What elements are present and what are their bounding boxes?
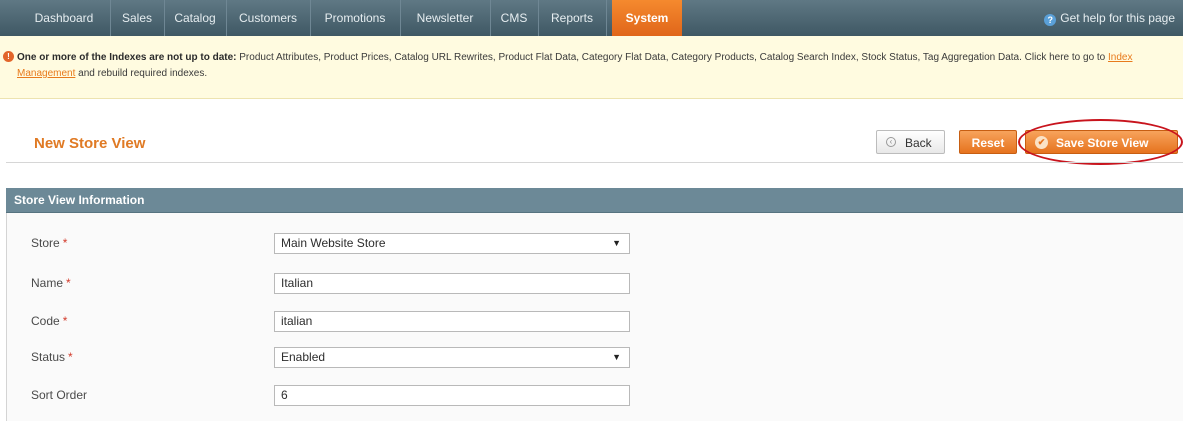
notice-tail: and rebuild required indexes.	[75, 68, 208, 79]
code-label-text: Code	[31, 314, 60, 328]
nav-reports[interactable]: Reports	[538, 0, 607, 36]
nav-dashboard[interactable]: Dashboard	[18, 0, 111, 36]
sort-order-label-text: Sort Order	[31, 388, 88, 402]
required-marker: *	[62, 236, 68, 250]
nav-cms[interactable]: CMS	[490, 0, 539, 36]
status-label: Status *	[31, 350, 73, 364]
header-divider	[6, 162, 1183, 163]
notice-text: One or more of the Indexes are not up to…	[17, 50, 1177, 82]
store-select[interactable]: Main Website Store ▼	[274, 233, 630, 254]
nav-customers[interactable]: Customers	[226, 0, 311, 36]
page-title: New Store View	[34, 135, 146, 152]
back-button[interactable]: ‹ Back	[876, 130, 945, 154]
nav-newsletter[interactable]: Newsletter	[400, 0, 491, 36]
index-notice: ! One or more of the Indexes are not up …	[0, 36, 1183, 99]
nav-catalog[interactable]: Catalog	[164, 0, 227, 36]
nav-sales[interactable]: Sales	[110, 0, 165, 36]
help-label: Get help for this page	[1060, 11, 1175, 25]
save-button-label: Save Store View	[1056, 136, 1149, 150]
name-label-text: Name	[31, 276, 64, 290]
required-marker: *	[68, 350, 73, 364]
notice-body: Product Attributes, Product Prices, Cata…	[236, 52, 1109, 63]
sort-order-label: Sort Order	[31, 388, 87, 402]
code-label: Code *	[31, 314, 67, 328]
back-arrow-icon: ‹	[886, 137, 896, 147]
save-store-view-button[interactable]: ✔ Save Store View	[1025, 130, 1178, 154]
error-icon: !	[3, 51, 14, 62]
help-icon: ?	[1044, 14, 1057, 26]
sort-order-input[interactable]: 6	[274, 385, 630, 406]
notice-heading: One or more of the Indexes are not up to…	[17, 52, 237, 63]
chevron-down-icon: ▼	[612, 352, 621, 362]
status-label-text: Status	[31, 350, 66, 364]
section-header: Store View Information	[6, 188, 1183, 213]
chevron-down-icon: ▼	[612, 238, 621, 248]
top-navigation: Dashboard Sales Catalog Customers Promot…	[0, 0, 1183, 37]
check-circle-icon: ✔	[1035, 136, 1048, 149]
back-button-label: Back	[905, 136, 932, 150]
reset-button[interactable]: Reset	[959, 130, 1017, 154]
nav-promotions[interactable]: Promotions	[310, 0, 401, 36]
name-label: Name *	[31, 276, 71, 290]
required-marker: *	[66, 276, 71, 290]
store-select-value: Main Website Store	[281, 236, 386, 250]
name-input[interactable]: Italian	[274, 273, 630, 294]
code-input[interactable]: italian	[274, 311, 630, 332]
section-title: Store View Information	[14, 193, 145, 207]
nav-system[interactable]: System	[612, 0, 682, 36]
required-marker: *	[62, 314, 68, 328]
store-label-text: Store	[31, 236, 60, 250]
status-select-value: Enabled	[281, 350, 326, 364]
help-link[interactable]: ? Get help for this page	[1044, 0, 1175, 36]
status-select[interactable]: Enabled ▼	[274, 347, 630, 368]
store-label: Store *	[31, 236, 67, 250]
